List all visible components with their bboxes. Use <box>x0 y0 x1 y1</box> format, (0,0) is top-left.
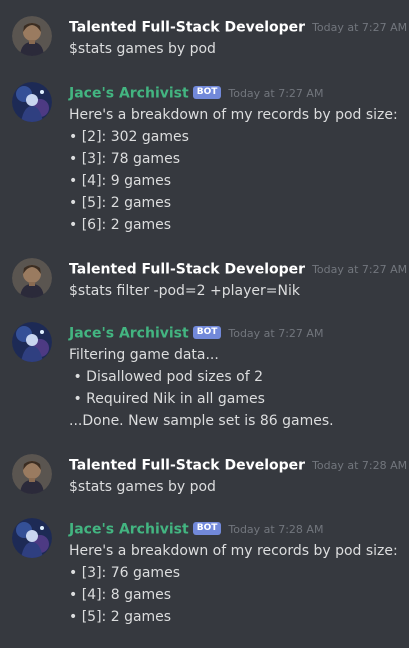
message-line: $stats filter -pod=2 +player=Nik <box>69 283 300 299</box>
message-header: Talented Full-Stack Developer Today at 7:… <box>69 17 407 37</box>
bot-avatar-image <box>12 518 52 558</box>
bot-avatar[interactable] <box>12 322 52 362</box>
user-avatar[interactable] <box>12 454 52 494</box>
message-line: $stats games by pod <box>69 41 216 57</box>
message-content: $stats filter -pod=2 +player=Nik <box>69 280 300 302</box>
bot-tag: BOT <box>192 326 222 339</box>
user-avatar-image <box>12 258 52 298</box>
bot-avatar[interactable] <box>12 82 52 122</box>
timestamp: Today at 7:27 AM <box>228 326 324 340</box>
user-avatar-image <box>12 16 52 56</box>
message-content: Filtering game data... • Disallowed pod … <box>69 344 334 432</box>
message-header: Jace's Archivist BOT Today at 7:28 AM <box>69 519 323 539</box>
message-line: • [4]: 9 games <box>69 173 172 189</box>
message-content: Here's a breakdown of my records by pod … <box>69 104 398 236</box>
bot-tag: BOT <box>192 86 222 99</box>
message-line: $stats games by pod <box>69 479 216 495</box>
timestamp: Today at 7:27 AM <box>312 262 408 276</box>
message-line: • [6]: 2 games <box>69 217 172 233</box>
bot-avatar[interactable] <box>12 518 52 558</box>
message-line: • [2]: 302 games <box>69 129 189 145</box>
message-header: Jace's Archivist BOT Today at 7:27 AM <box>69 83 323 103</box>
bot-avatar-image <box>12 82 52 122</box>
timestamp: Today at 7:28 AM <box>312 458 408 472</box>
author-name[interactable]: Talented Full-Stack Developer <box>69 458 305 474</box>
message-line: Here's a breakdown of my records by pod … <box>69 107 398 123</box>
author-name[interactable]: Talented Full-Stack Developer <box>69 262 305 278</box>
author-name[interactable]: Jace's Archivist <box>69 326 189 342</box>
message-line: • [4]: 8 games <box>69 587 172 603</box>
message-content: $stats games by pod <box>69 38 216 60</box>
timestamp: Today at 7:27 AM <box>228 86 324 100</box>
message-header: Jace's Archivist BOT Today at 7:27 AM <box>69 323 323 343</box>
message-line: Here's a breakdown of my records by pod … <box>69 543 398 559</box>
message-line: • Required Nik in all games <box>69 391 265 407</box>
user-avatar-image <box>12 454 52 494</box>
timestamp: Today at 7:27 AM <box>312 20 408 34</box>
bot-avatar-image <box>12 322 52 362</box>
message-line: ...Done. New sample set is 86 games. <box>69 413 334 429</box>
message-line: • Disallowed pod sizes of 2 <box>69 369 263 385</box>
author-name[interactable]: Jace's Archivist <box>69 86 189 102</box>
message-line: • [3]: 78 games <box>69 151 180 167</box>
author-name[interactable]: Talented Full-Stack Developer <box>69 20 305 36</box>
author-name[interactable]: Jace's Archivist <box>69 522 189 538</box>
message-line: Filtering game data... <box>69 347 219 363</box>
message-line: • [3]: 76 games <box>69 565 180 581</box>
user-avatar[interactable] <box>12 16 52 56</box>
message-header: Talented Full-Stack Developer Today at 7:… <box>69 259 407 279</box>
bot-tag: BOT <box>192 522 222 535</box>
message-line: • [5]: 2 games <box>69 609 172 625</box>
timestamp: Today at 7:28 AM <box>228 522 324 536</box>
message-content: $stats games by pod <box>69 476 216 498</box>
user-avatar[interactable] <box>12 258 52 298</box>
message-header: Talented Full-Stack Developer Today at 7:… <box>69 455 407 475</box>
message-content: Here's a breakdown of my records by pod … <box>69 540 398 628</box>
message-line: • [5]: 2 games <box>69 195 172 211</box>
